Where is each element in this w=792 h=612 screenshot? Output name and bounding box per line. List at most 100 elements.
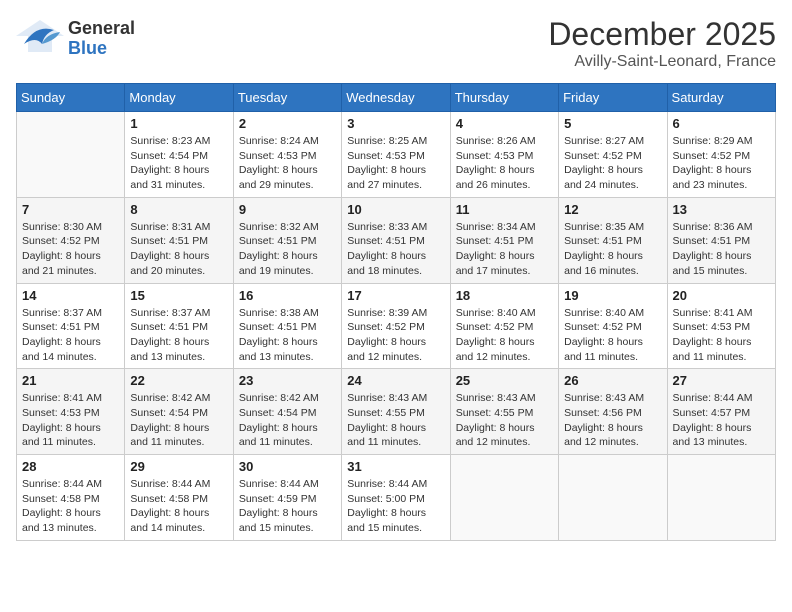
day-number: 16	[239, 288, 336, 303]
day-info: Sunrise: 8:42 AMSunset: 4:54 PMDaylight:…	[130, 391, 227, 450]
day-number: 12	[564, 202, 661, 217]
calendar-cell: 25 Sunrise: 8:43 AMSunset: 4:55 PMDayligh…	[450, 369, 558, 455]
day-info: Sunrise: 8:43 AMSunset: 4:55 PMDaylight:…	[347, 391, 444, 450]
calendar-cell	[17, 112, 125, 198]
calendar-cell: 8 Sunrise: 8:31 AMSunset: 4:51 PMDaylight…	[125, 197, 233, 283]
day-number: 25	[456, 373, 553, 388]
day-info: Sunrise: 8:37 AMSunset: 4:51 PMDaylight:…	[130, 306, 227, 365]
day-number: 18	[456, 288, 553, 303]
day-info: Sunrise: 8:30 AMSunset: 4:52 PMDaylight:…	[22, 220, 119, 279]
calendar-cell: 27 Sunrise: 8:44 AMSunset: 4:57 PMDayligh…	[667, 369, 775, 455]
calendar-week-row: 21Sunrise: 8:41 AMSunset: 4:53 PMDayligh…	[17, 369, 776, 455]
calendar-cell: 30 Sunrise: 8:44 AMSunset: 4:59 PMDayligh…	[233, 455, 341, 541]
day-info: Sunrise: 8:35 AMSunset: 4:51 PMDaylight:…	[564, 220, 661, 279]
calendar-cell: 10 Sunrise: 8:33 AMSunset: 4:51 PMDayligh…	[342, 197, 450, 283]
calendar-cell: 28 Sunrise: 8:44 AMSunset: 4:58 PMDayligh…	[17, 455, 125, 541]
day-info: Sunrise: 8:41 AMSunset: 4:53 PMDaylight:…	[673, 306, 770, 365]
day-info: Sunrise: 8:38 AMSunset: 4:51 PMDaylight:…	[239, 306, 336, 365]
day-number: 17	[347, 288, 444, 303]
day-number: 31	[347, 459, 444, 474]
logo: General Blue	[16, 16, 135, 61]
day-info: Sunrise: 8:26 AMSunset: 4:53 PMDaylight:…	[456, 134, 553, 193]
day-info: Sunrise: 8:41 AMSunset: 4:53 PMDaylight:…	[22, 391, 119, 450]
day-info: Sunrise: 8:44 AMSunset: 4:57 PMDaylight:…	[673, 391, 770, 450]
day-info: Sunrise: 8:44 AMSunset: 4:59 PMDaylight:…	[239, 477, 336, 536]
calendar-week-row: 14Sunrise: 8:37 AMSunset: 4:51 PMDayligh…	[17, 283, 776, 369]
day-info: Sunrise: 8:34 AMSunset: 4:51 PMDaylight:…	[456, 220, 553, 279]
day-number: 27	[673, 373, 770, 388]
day-info: Sunrise: 8:40 AMSunset: 4:52 PMDaylight:…	[564, 306, 661, 365]
day-number: 2	[239, 116, 336, 131]
calendar-cell	[450, 455, 558, 541]
day-number: 4	[456, 116, 553, 131]
col-header-monday: Monday	[125, 84, 233, 112]
col-header-saturday: Saturday	[667, 84, 775, 112]
day-number: 3	[347, 116, 444, 131]
day-number: 6	[673, 116, 770, 131]
day-info: Sunrise: 8:23 AMSunset: 4:54 PMDaylight:…	[130, 134, 227, 193]
calendar-cell: 12 Sunrise: 8:35 AMSunset: 4:51 PMDayligh…	[559, 197, 667, 283]
day-info: Sunrise: 8:43 AMSunset: 4:55 PMDaylight:…	[456, 391, 553, 450]
day-info: Sunrise: 8:32 AMSunset: 4:51 PMDaylight:…	[239, 220, 336, 279]
calendar-cell: 2 Sunrise: 8:24 AMSunset: 4:53 PMDaylight…	[233, 112, 341, 198]
day-info: Sunrise: 8:29 AMSunset: 4:52 PMDaylight:…	[673, 134, 770, 193]
calendar-cell: 13 Sunrise: 8:36 AMSunset: 4:51 PMDayligh…	[667, 197, 775, 283]
logo-general-text: General	[68, 19, 135, 39]
calendar-cell: 26Sunrise: 8:43 AMSunset: 4:56 PMDayligh…	[559, 369, 667, 455]
day-number: 28	[22, 459, 119, 474]
page-header: General Blue December 2025 Avilly-Saint-…	[16, 16, 776, 71]
day-info: Sunrise: 8:42 AMSunset: 4:54 PMDaylight:…	[239, 391, 336, 450]
calendar-cell: 4 Sunrise: 8:26 AMSunset: 4:53 PMDaylight…	[450, 112, 558, 198]
day-number: 9	[239, 202, 336, 217]
calendar-cell: 14Sunrise: 8:37 AMSunset: 4:51 PMDayligh…	[17, 283, 125, 369]
day-number: 15	[130, 288, 227, 303]
logo-icon	[16, 16, 64, 61]
day-info: Sunrise: 8:25 AMSunset: 4:53 PMDaylight:…	[347, 134, 444, 193]
calendar-cell: 22 Sunrise: 8:42 AMSunset: 4:54 PMDayligh…	[125, 369, 233, 455]
day-info: Sunrise: 8:24 AMSunset: 4:53 PMDaylight:…	[239, 134, 336, 193]
day-info: Sunrise: 8:33 AMSunset: 4:51 PMDaylight:…	[347, 220, 444, 279]
day-number: 20	[673, 288, 770, 303]
day-info: Sunrise: 8:40 AMSunset: 4:52 PMDaylight:…	[456, 306, 553, 365]
calendar-header-row: SundayMondayTuesdayWednesdayThursdayFrid…	[17, 84, 776, 112]
calendar-cell: 11 Sunrise: 8:34 AMSunset: 4:51 PMDayligh…	[450, 197, 558, 283]
calendar-cell: 24Sunrise: 8:43 AMSunset: 4:55 PMDayligh…	[342, 369, 450, 455]
title-block: December 2025 Avilly-Saint-Leonard, Fran…	[548, 16, 776, 71]
col-header-wednesday: Wednesday	[342, 84, 450, 112]
calendar-cell: 18 Sunrise: 8:40 AMSunset: 4:52 PMDayligh…	[450, 283, 558, 369]
calendar-cell: 7Sunrise: 8:30 AMSunset: 4:52 PMDaylight…	[17, 197, 125, 283]
logo-blue-text: Blue	[68, 39, 135, 59]
col-header-thursday: Thursday	[450, 84, 558, 112]
day-number: 11	[456, 202, 553, 217]
calendar-cell: 3 Sunrise: 8:25 AMSunset: 4:53 PMDaylight…	[342, 112, 450, 198]
day-info: Sunrise: 8:36 AMSunset: 4:51 PMDaylight:…	[673, 220, 770, 279]
calendar-week-row: 7Sunrise: 8:30 AMSunset: 4:52 PMDaylight…	[17, 197, 776, 283]
day-number: 19	[564, 288, 661, 303]
day-info: Sunrise: 8:44 AMSunset: 4:58 PMDaylight:…	[22, 477, 119, 536]
calendar-cell: 17 Sunrise: 8:39 AMSunset: 4:52 PMDayligh…	[342, 283, 450, 369]
calendar-cell: 21Sunrise: 8:41 AMSunset: 4:53 PMDayligh…	[17, 369, 125, 455]
calendar-cell: 9 Sunrise: 8:32 AMSunset: 4:51 PMDaylight…	[233, 197, 341, 283]
day-info: Sunrise: 8:39 AMSunset: 4:52 PMDaylight:…	[347, 306, 444, 365]
day-info: Sunrise: 8:44 AMSunset: 5:00 PMDaylight:…	[347, 477, 444, 536]
day-number: 26	[564, 373, 661, 388]
calendar-cell: 16 Sunrise: 8:38 AMSunset: 4:51 PMDayligh…	[233, 283, 341, 369]
calendar-cell: 19 Sunrise: 8:40 AMSunset: 4:52 PMDayligh…	[559, 283, 667, 369]
calendar-cell: 1Sunrise: 8:23 AMSunset: 4:54 PMDaylight…	[125, 112, 233, 198]
day-number: 8	[130, 202, 227, 217]
calendar-cell: 29Sunrise: 8:44 AMSunset: 4:58 PMDayligh…	[125, 455, 233, 541]
calendar-week-row: 1Sunrise: 8:23 AMSunset: 4:54 PMDaylight…	[17, 112, 776, 198]
calendar-cell: 15 Sunrise: 8:37 AMSunset: 4:51 PMDayligh…	[125, 283, 233, 369]
day-number: 10	[347, 202, 444, 217]
day-info: Sunrise: 8:31 AMSunset: 4:51 PMDaylight:…	[130, 220, 227, 279]
month-title: December 2025	[548, 16, 776, 53]
col-header-sunday: Sunday	[17, 84, 125, 112]
day-number: 13	[673, 202, 770, 217]
col-header-tuesday: Tuesday	[233, 84, 341, 112]
calendar-cell: 6 Sunrise: 8:29 AMSunset: 4:52 PMDaylight…	[667, 112, 775, 198]
day-info: Sunrise: 8:27 AMSunset: 4:52 PMDaylight:…	[564, 134, 661, 193]
day-number: 30	[239, 459, 336, 474]
calendar-cell: 23Sunrise: 8:42 AMSunset: 4:54 PMDayligh…	[233, 369, 341, 455]
calendar-week-row: 28 Sunrise: 8:44 AMSunset: 4:58 PMDayligh…	[17, 455, 776, 541]
day-number: 22	[130, 373, 227, 388]
